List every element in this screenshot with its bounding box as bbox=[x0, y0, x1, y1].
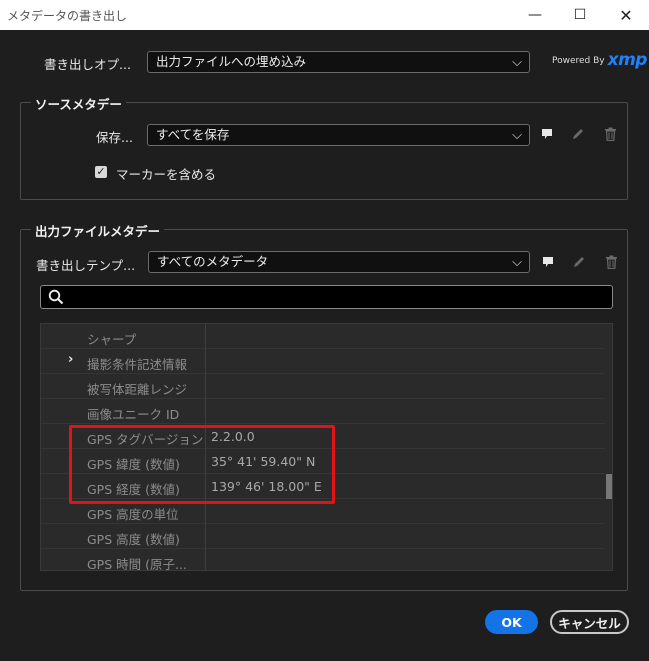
pencil-icon bbox=[573, 129, 583, 139]
minimize-icon: — bbox=[528, 7, 542, 23]
source-metadata-title: ソースメタデー bbox=[31, 94, 126, 113]
table-scrollbar[interactable] bbox=[605, 324, 612, 570]
table-row[interactable]: GPS 時間 (原子... bbox=[41, 549, 606, 571]
new-template-icon bbox=[543, 257, 553, 267]
delete-template-button-2[interactable] bbox=[603, 254, 619, 270]
close-icon: ✕ bbox=[619, 5, 633, 25]
new-template-button[interactable] bbox=[539, 126, 555, 142]
export-template-dropdown[interactable]: すべてのメタデータ ⌵ bbox=[148, 251, 530, 273]
maximize-icon: ☐ bbox=[573, 7, 587, 23]
delete-template-button[interactable] bbox=[602, 126, 618, 142]
close-button[interactable]: ✕ bbox=[603, 0, 649, 30]
search-icon bbox=[48, 289, 64, 305]
trash-icon bbox=[605, 255, 617, 269]
maximize-button[interactable]: ☐ bbox=[557, 0, 603, 30]
row-name: 撮影条件記述情報 bbox=[87, 357, 188, 372]
table-row[interactable]: GPS 高度 (数値) bbox=[41, 524, 606, 549]
row-name: GPS 高度 (数値) bbox=[87, 532, 180, 547]
checkmark-icon: ✓ bbox=[96, 165, 106, 178]
new-template-icon bbox=[542, 129, 552, 139]
include-markers-label: マーカーを含める bbox=[116, 167, 217, 182]
export-options-label: 書き出しオプ... bbox=[44, 57, 131, 72]
table-row[interactable]: 画像ユニーク ID bbox=[41, 399, 606, 424]
save-value: すべてを保存 bbox=[156, 127, 230, 142]
source-metadata-group bbox=[20, 102, 628, 200]
row-name: GPS 高度の単位 bbox=[87, 507, 179, 522]
row-name: 画像ユニーク ID bbox=[87, 407, 180, 422]
gps-highlight-annotation bbox=[69, 425, 335, 504]
pencil-icon bbox=[574, 257, 584, 267]
table-row[interactable]: 被写体距離レンジ bbox=[41, 374, 606, 399]
chevron-down-icon: ⌵ bbox=[512, 128, 522, 143]
minimize-button[interactable]: — bbox=[512, 0, 558, 30]
row-name: 被写体距離レンジ bbox=[87, 382, 188, 397]
chevron-down-icon: ⌵ bbox=[512, 255, 522, 270]
xmp-brand: xmp bbox=[607, 50, 648, 70]
edit-template-button-2[interactable] bbox=[571, 254, 587, 270]
metadata-search-field[interactable] bbox=[40, 285, 613, 309]
row-name: シャープ bbox=[87, 332, 137, 347]
chevron-down-icon: ⌵ bbox=[512, 55, 522, 70]
scrollbar-thumb[interactable] bbox=[606, 474, 612, 499]
chevron-right-icon[interactable]: › bbox=[68, 352, 73, 367]
table-row[interactable]: シャープ bbox=[41, 324, 606, 349]
table-row[interactable]: › 撮影条件記述情報 bbox=[41, 349, 606, 374]
xmp-powered-by: Powered By bbox=[552, 56, 605, 66]
row-name: GPS 時間 (原子... bbox=[87, 557, 187, 571]
title-bar: メタデータの書き出し — ☐ ✕ bbox=[0, 0, 649, 30]
save-dropdown[interactable]: すべてを保存 ⌵ bbox=[147, 124, 530, 146]
save-label: 保存... bbox=[96, 130, 133, 145]
window-title: メタデータの書き出し bbox=[7, 9, 128, 23]
output-metadata-title: 出力ファイルメタデー bbox=[31, 221, 165, 240]
edit-template-button[interactable] bbox=[570, 126, 586, 142]
ok-button[interactable]: OK bbox=[485, 610, 538, 634]
export-options-dropdown[interactable]: 出力ファイルへの埋め込み ⌵ bbox=[147, 51, 530, 73]
trash-icon bbox=[604, 127, 616, 141]
include-markers-checkbox[interactable]: ✓ bbox=[95, 166, 107, 178]
cancel-button[interactable]: キャンセル bbox=[550, 610, 629, 634]
export-template-value: すべてのメタデータ bbox=[157, 254, 269, 269]
export-options-value: 出力ファイルへの埋め込み bbox=[156, 54, 307, 69]
new-template-button-2[interactable] bbox=[540, 254, 556, 270]
xmp-logo: Powered By xmp bbox=[552, 48, 648, 70]
export-template-label: 書き出しテンプ... bbox=[36, 258, 136, 273]
